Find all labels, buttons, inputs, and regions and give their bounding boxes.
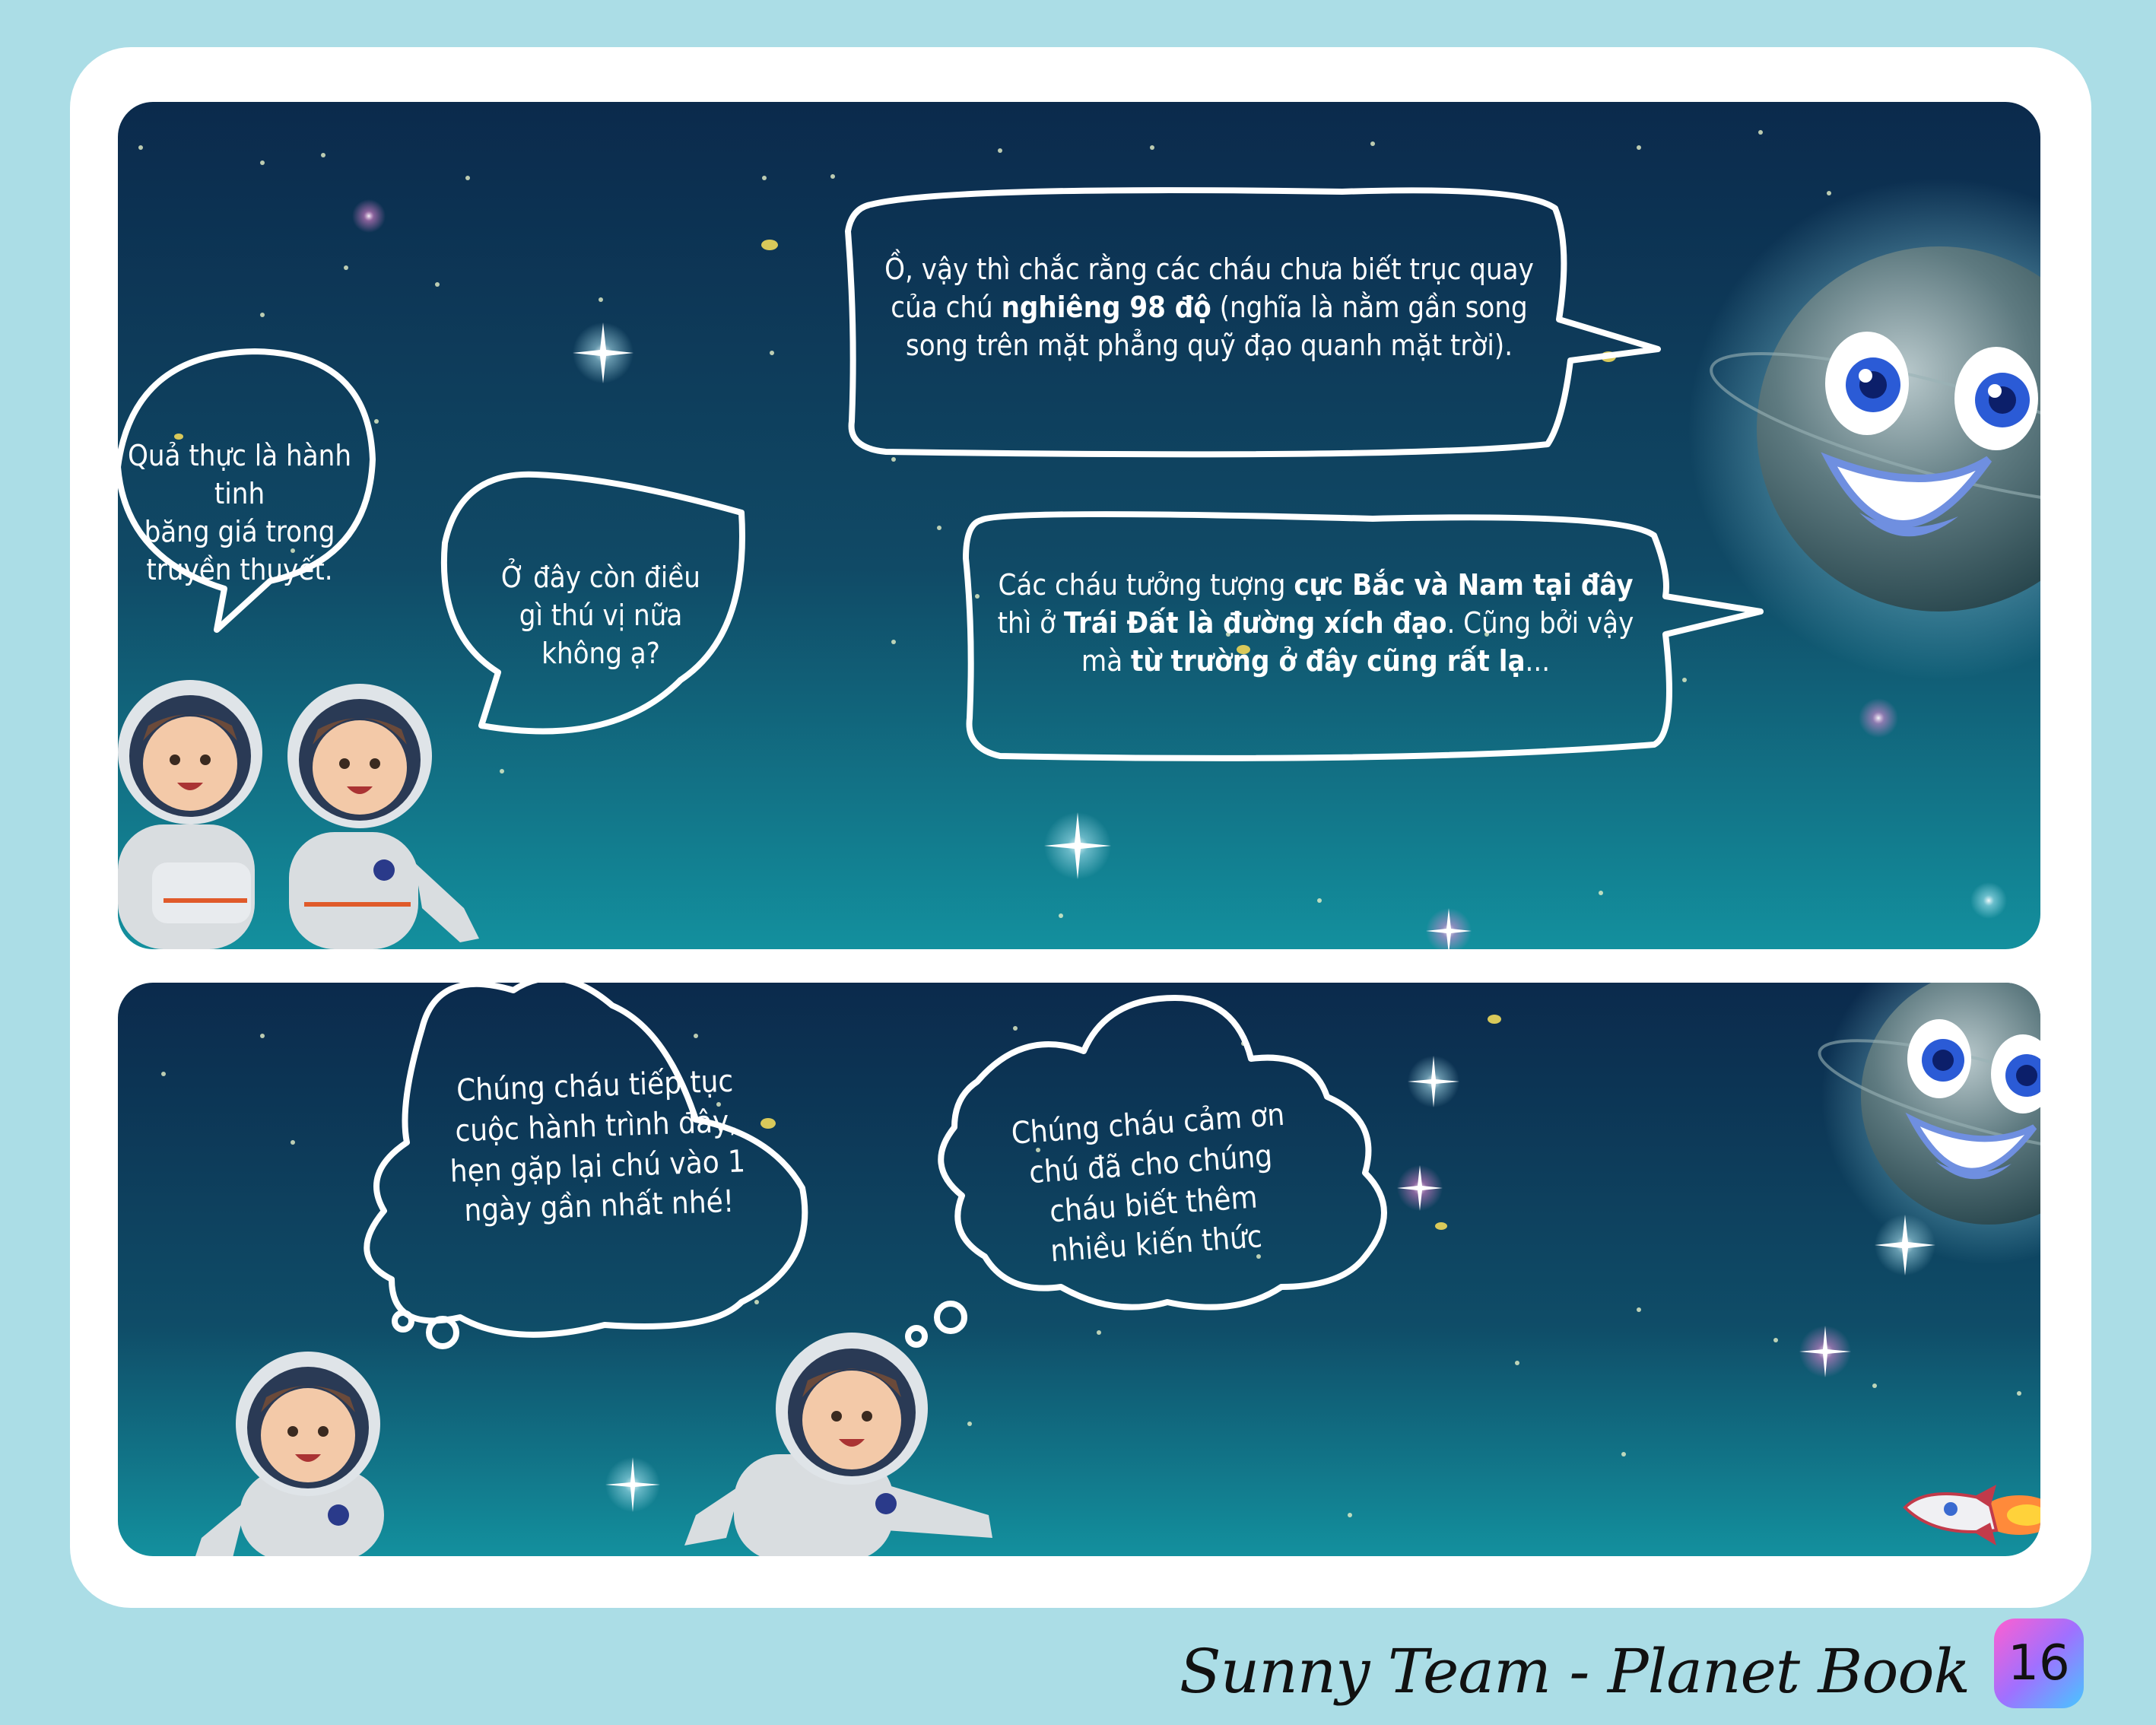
star-sparkle-icon: [573, 322, 633, 383]
star-sparkle-icon: [1044, 812, 1111, 879]
thought-bubble-2-text: Chúng cháu cảm ơn chú đã cho chúng cháu …: [1010, 1097, 1286, 1269]
star-sparkle-icon: [1408, 1056, 1459, 1107]
star-sparkle-icon: [605, 1457, 660, 1512]
book-title: Sunny Team - Planet Book: [1179, 1636, 1970, 1707]
comic-panel-top: Quả thực là hành tinh băng giá trong tru…: [118, 102, 2040, 949]
star-sparkle-icon: [1397, 1165, 1443, 1211]
kid-bubble-2-text: Ở đây còn điều gì thú vị nữa không ạ?: [501, 561, 700, 671]
space-background: [118, 102, 2040, 949]
thought-bubble-1-text: Chúng cháu tiếp tục cuộc hành trình đây,…: [449, 1063, 746, 1229]
page-number: 16: [2008, 1635, 2070, 1692]
planet-bubble-2-text: Các cháu tưởng tượng cực Bắc và Nam tại …: [997, 568, 1634, 678]
kid-bubble-1-text: Quả thực là hành tinh băng giá trong tru…: [127, 439, 352, 587]
page-number-badge: 16: [1994, 1619, 2084, 1708]
star-sparkle-icon: [1799, 1326, 1851, 1377]
planet-bubble-1-text: Ồ, vậy thì chắc rằng các cháu chưa biết …: [884, 253, 1534, 363]
comic-panel-bottom: Chúng cháu tiếp tục cuộc hành trình đây,…: [118, 983, 2040, 1556]
